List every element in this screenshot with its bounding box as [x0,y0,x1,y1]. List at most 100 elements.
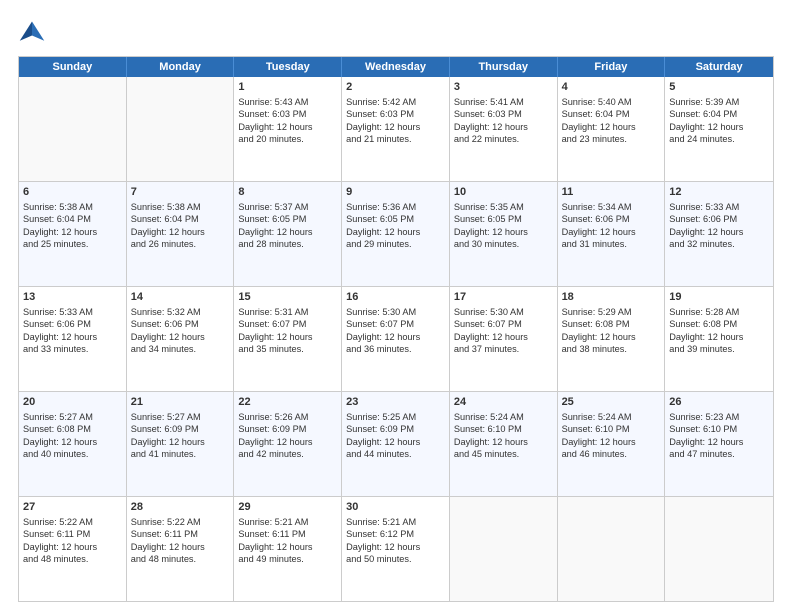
cell-line-3: Daylight: 12 hours [238,121,337,133]
day-header-wednesday: Wednesday [342,57,450,77]
cell-line-2: Sunset: 6:04 PM [562,108,661,120]
cell-line-4: and 42 minutes. [238,448,337,460]
cell-line-1: Sunrise: 5:24 AM [454,411,553,423]
day-number: 4 [562,80,661,95]
day-number: 16 [346,290,445,305]
cell-line-4: and 47 minutes. [669,448,769,460]
calendar-cell-empty [127,77,235,181]
day-number: 5 [669,80,769,95]
cell-line-1: Sunrise: 5:40 AM [562,96,661,108]
cell-line-3: Daylight: 12 hours [346,541,445,553]
calendar-cell-day-19: 19Sunrise: 5:28 AMSunset: 6:08 PMDayligh… [665,287,773,391]
calendar-cell-day-6: 6Sunrise: 5:38 AMSunset: 6:04 PMDaylight… [19,182,127,286]
calendar-body: 1Sunrise: 5:43 AMSunset: 6:03 PMDaylight… [19,77,773,601]
day-number: 29 [238,500,337,515]
calendar-cell-empty [558,497,666,601]
day-number: 10 [454,185,553,200]
calendar-cell-day-3: 3Sunrise: 5:41 AMSunset: 6:03 PMDaylight… [450,77,558,181]
day-header-monday: Monday [127,57,235,77]
calendar-cell-day-11: 11Sunrise: 5:34 AMSunset: 6:06 PMDayligh… [558,182,666,286]
cell-line-4: and 36 minutes. [346,343,445,355]
cell-line-4: and 29 minutes. [346,238,445,250]
page: SundayMondayTuesdayWednesdayThursdayFrid… [0,0,792,612]
day-header-sunday: Sunday [19,57,127,77]
cell-line-3: Daylight: 12 hours [238,226,337,238]
day-number: 18 [562,290,661,305]
calendar-cell-day-9: 9Sunrise: 5:36 AMSunset: 6:05 PMDaylight… [342,182,450,286]
calendar-header: SundayMondayTuesdayWednesdayThursdayFrid… [19,57,773,77]
calendar-row: 27Sunrise: 5:22 AMSunset: 6:11 PMDayligh… [19,496,773,601]
cell-line-3: Daylight: 12 hours [562,331,661,343]
cell-line-4: and 49 minutes. [238,553,337,565]
cell-line-1: Sunrise: 5:39 AM [669,96,769,108]
cell-line-2: Sunset: 6:12 PM [346,528,445,540]
cell-line-2: Sunset: 6:06 PM [562,213,661,225]
day-number: 12 [669,185,769,200]
cell-line-4: and 32 minutes. [669,238,769,250]
day-number: 17 [454,290,553,305]
cell-line-4: and 25 minutes. [23,238,122,250]
calendar-cell-day-15: 15Sunrise: 5:31 AMSunset: 6:07 PMDayligh… [234,287,342,391]
calendar-cell-empty [450,497,558,601]
cell-line-3: Daylight: 12 hours [669,121,769,133]
calendar-cell-day-1: 1Sunrise: 5:43 AMSunset: 6:03 PMDaylight… [234,77,342,181]
header [18,18,774,46]
cell-line-4: and 20 minutes. [238,133,337,145]
cell-line-2: Sunset: 6:06 PM [23,318,122,330]
cell-line-2: Sunset: 6:04 PM [131,213,230,225]
day-number: 22 [238,395,337,410]
calendar-cell-empty [665,497,773,601]
cell-line-3: Daylight: 12 hours [669,436,769,448]
calendar-cell-day-4: 4Sunrise: 5:40 AMSunset: 6:04 PMDaylight… [558,77,666,181]
cell-line-2: Sunset: 6:03 PM [238,108,337,120]
calendar-cell-day-30: 30Sunrise: 5:21 AMSunset: 6:12 PMDayligh… [342,497,450,601]
cell-line-1: Sunrise: 5:21 AM [238,516,337,528]
cell-line-4: and 22 minutes. [454,133,553,145]
cell-line-2: Sunset: 6:05 PM [346,213,445,225]
cell-line-2: Sunset: 6:07 PM [238,318,337,330]
cell-line-1: Sunrise: 5:36 AM [346,201,445,213]
cell-line-3: Daylight: 12 hours [454,331,553,343]
calendar-cell-day-21: 21Sunrise: 5:27 AMSunset: 6:09 PMDayligh… [127,392,235,496]
day-header-tuesday: Tuesday [234,57,342,77]
cell-line-2: Sunset: 6:10 PM [562,423,661,435]
cell-line-1: Sunrise: 5:22 AM [23,516,122,528]
calendar: SundayMondayTuesdayWednesdayThursdayFrid… [18,56,774,602]
cell-line-3: Daylight: 12 hours [23,436,122,448]
day-number: 11 [562,185,661,200]
cell-line-4: and 24 minutes. [669,133,769,145]
cell-line-2: Sunset: 6:04 PM [23,213,122,225]
cell-line-3: Daylight: 12 hours [238,331,337,343]
cell-line-3: Daylight: 12 hours [238,541,337,553]
cell-line-1: Sunrise: 5:28 AM [669,306,769,318]
cell-line-2: Sunset: 6:08 PM [562,318,661,330]
cell-line-4: and 48 minutes. [23,553,122,565]
day-number: 26 [669,395,769,410]
calendar-cell-empty [19,77,127,181]
cell-line-4: and 33 minutes. [23,343,122,355]
cell-line-3: Daylight: 12 hours [346,121,445,133]
cell-line-2: Sunset: 6:03 PM [454,108,553,120]
cell-line-1: Sunrise: 5:30 AM [454,306,553,318]
day-number: 24 [454,395,553,410]
day-header-saturday: Saturday [665,57,773,77]
cell-line-2: Sunset: 6:07 PM [454,318,553,330]
cell-line-4: and 41 minutes. [131,448,230,460]
cell-line-1: Sunrise: 5:23 AM [669,411,769,423]
cell-line-4: and 30 minutes. [454,238,553,250]
day-number: 23 [346,395,445,410]
cell-line-4: and 40 minutes. [23,448,122,460]
cell-line-4: and 23 minutes. [562,133,661,145]
cell-line-1: Sunrise: 5:29 AM [562,306,661,318]
cell-line-3: Daylight: 12 hours [669,331,769,343]
cell-line-1: Sunrise: 5:35 AM [454,201,553,213]
cell-line-2: Sunset: 6:09 PM [346,423,445,435]
day-number: 14 [131,290,230,305]
cell-line-2: Sunset: 6:06 PM [669,213,769,225]
calendar-cell-day-5: 5Sunrise: 5:39 AMSunset: 6:04 PMDaylight… [665,77,773,181]
cell-line-2: Sunset: 6:08 PM [669,318,769,330]
calendar-cell-day-25: 25Sunrise: 5:24 AMSunset: 6:10 PMDayligh… [558,392,666,496]
cell-line-4: and 37 minutes. [454,343,553,355]
cell-line-3: Daylight: 12 hours [454,121,553,133]
cell-line-1: Sunrise: 5:30 AM [346,306,445,318]
